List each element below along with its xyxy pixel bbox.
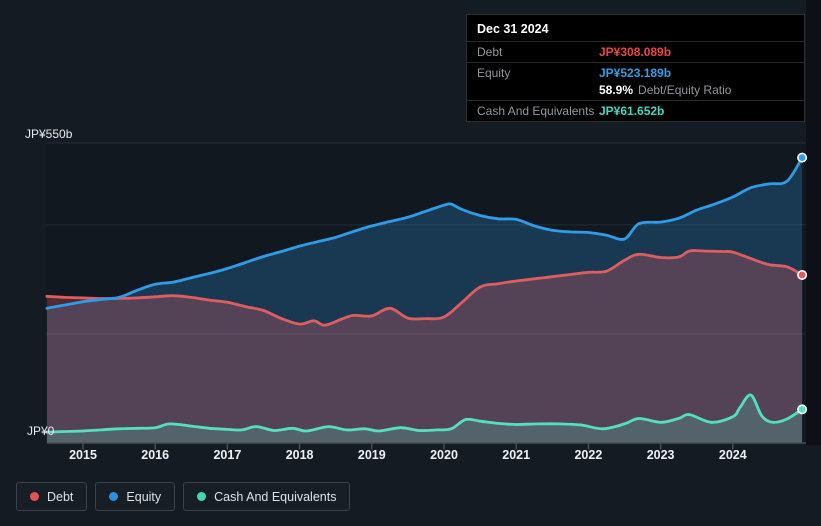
tooltip-equity-label: Equity	[477, 66, 511, 80]
equity-endpoint-dot	[797, 152, 808, 163]
tooltip-date: Dec 31 2024	[477, 22, 549, 36]
legend-item-cash[interactable]: Cash And Equivalents	[183, 482, 351, 511]
legend-item-debt[interactable]: Debt	[16, 482, 88, 511]
x-axis-label-2024: 2024	[718, 448, 747, 462]
debt-endpoint-dot	[797, 269, 808, 280]
tooltip-row-cash: Cash And Equivalents JP¥61.652b	[467, 100, 804, 121]
tooltip-row-ratio: 58.9% Debt/Equity Ratio	[467, 83, 804, 100]
x-axis-label-2020: 2020	[430, 448, 458, 462]
chart-tooltip: Dec 31 2024 Debt JP¥308.089b Equity JP¥5…	[466, 14, 805, 122]
x-axis-label-2022: 2022	[574, 448, 603, 462]
legend-cash-label: Cash And Equivalents	[214, 489, 337, 504]
legend-equity-label: Equity	[126, 489, 162, 504]
x-axis-label-2015: 2015	[69, 448, 97, 462]
x-axis-label-2023: 2023	[646, 448, 675, 462]
y-axis-zero-label: JP¥0	[27, 424, 55, 438]
x-axis-label-2019: 2019	[357, 448, 386, 462]
debt-series-dot-icon	[30, 492, 39, 501]
y-axis-max-label: JP¥550b	[25, 127, 73, 141]
tooltip-equity-value: JP¥523.189b	[599, 66, 672, 80]
legend-item-equity[interactable]: Equity	[95, 482, 176, 511]
tooltip-debt-value: JP¥308.089b	[599, 45, 672, 59]
tooltip-row-debt: Debt JP¥308.089b	[467, 41, 804, 62]
debt-equity-history-page: JP¥550b JP¥0 2015 2016 2017 2018 2019 2020 202…	[0, 0, 821, 526]
x-axis-label-2021: 2021	[502, 448, 531, 462]
tooltip-ratio-value: 58.9%	[599, 83, 634, 97]
cash-series-dot-icon	[197, 492, 207, 501]
equity-series-dot-icon	[109, 492, 119, 501]
chart-legend: Debt Equity Cash And Equivalents	[16, 482, 351, 511]
tooltip-ratio-label: Debt/Equity Ratio	[638, 83, 732, 97]
x-axis-label-2018: 2018	[285, 448, 314, 462]
cash-and-equivalents-endpoint-dot	[797, 404, 808, 415]
tooltip-cash-value: JP¥61.652b	[599, 104, 665, 118]
legend-debt-label: Debt	[47, 489, 74, 504]
x-axis-label-2016: 2016	[141, 448, 170, 462]
x-axis-label-2017: 2017	[213, 448, 242, 462]
tooltip-cash-label: Cash And Equivalents	[477, 104, 595, 118]
tooltip-row-equity: Equity JP¥523.189b	[467, 62, 804, 83]
tooltip-debt-label: Debt	[477, 45, 503, 59]
